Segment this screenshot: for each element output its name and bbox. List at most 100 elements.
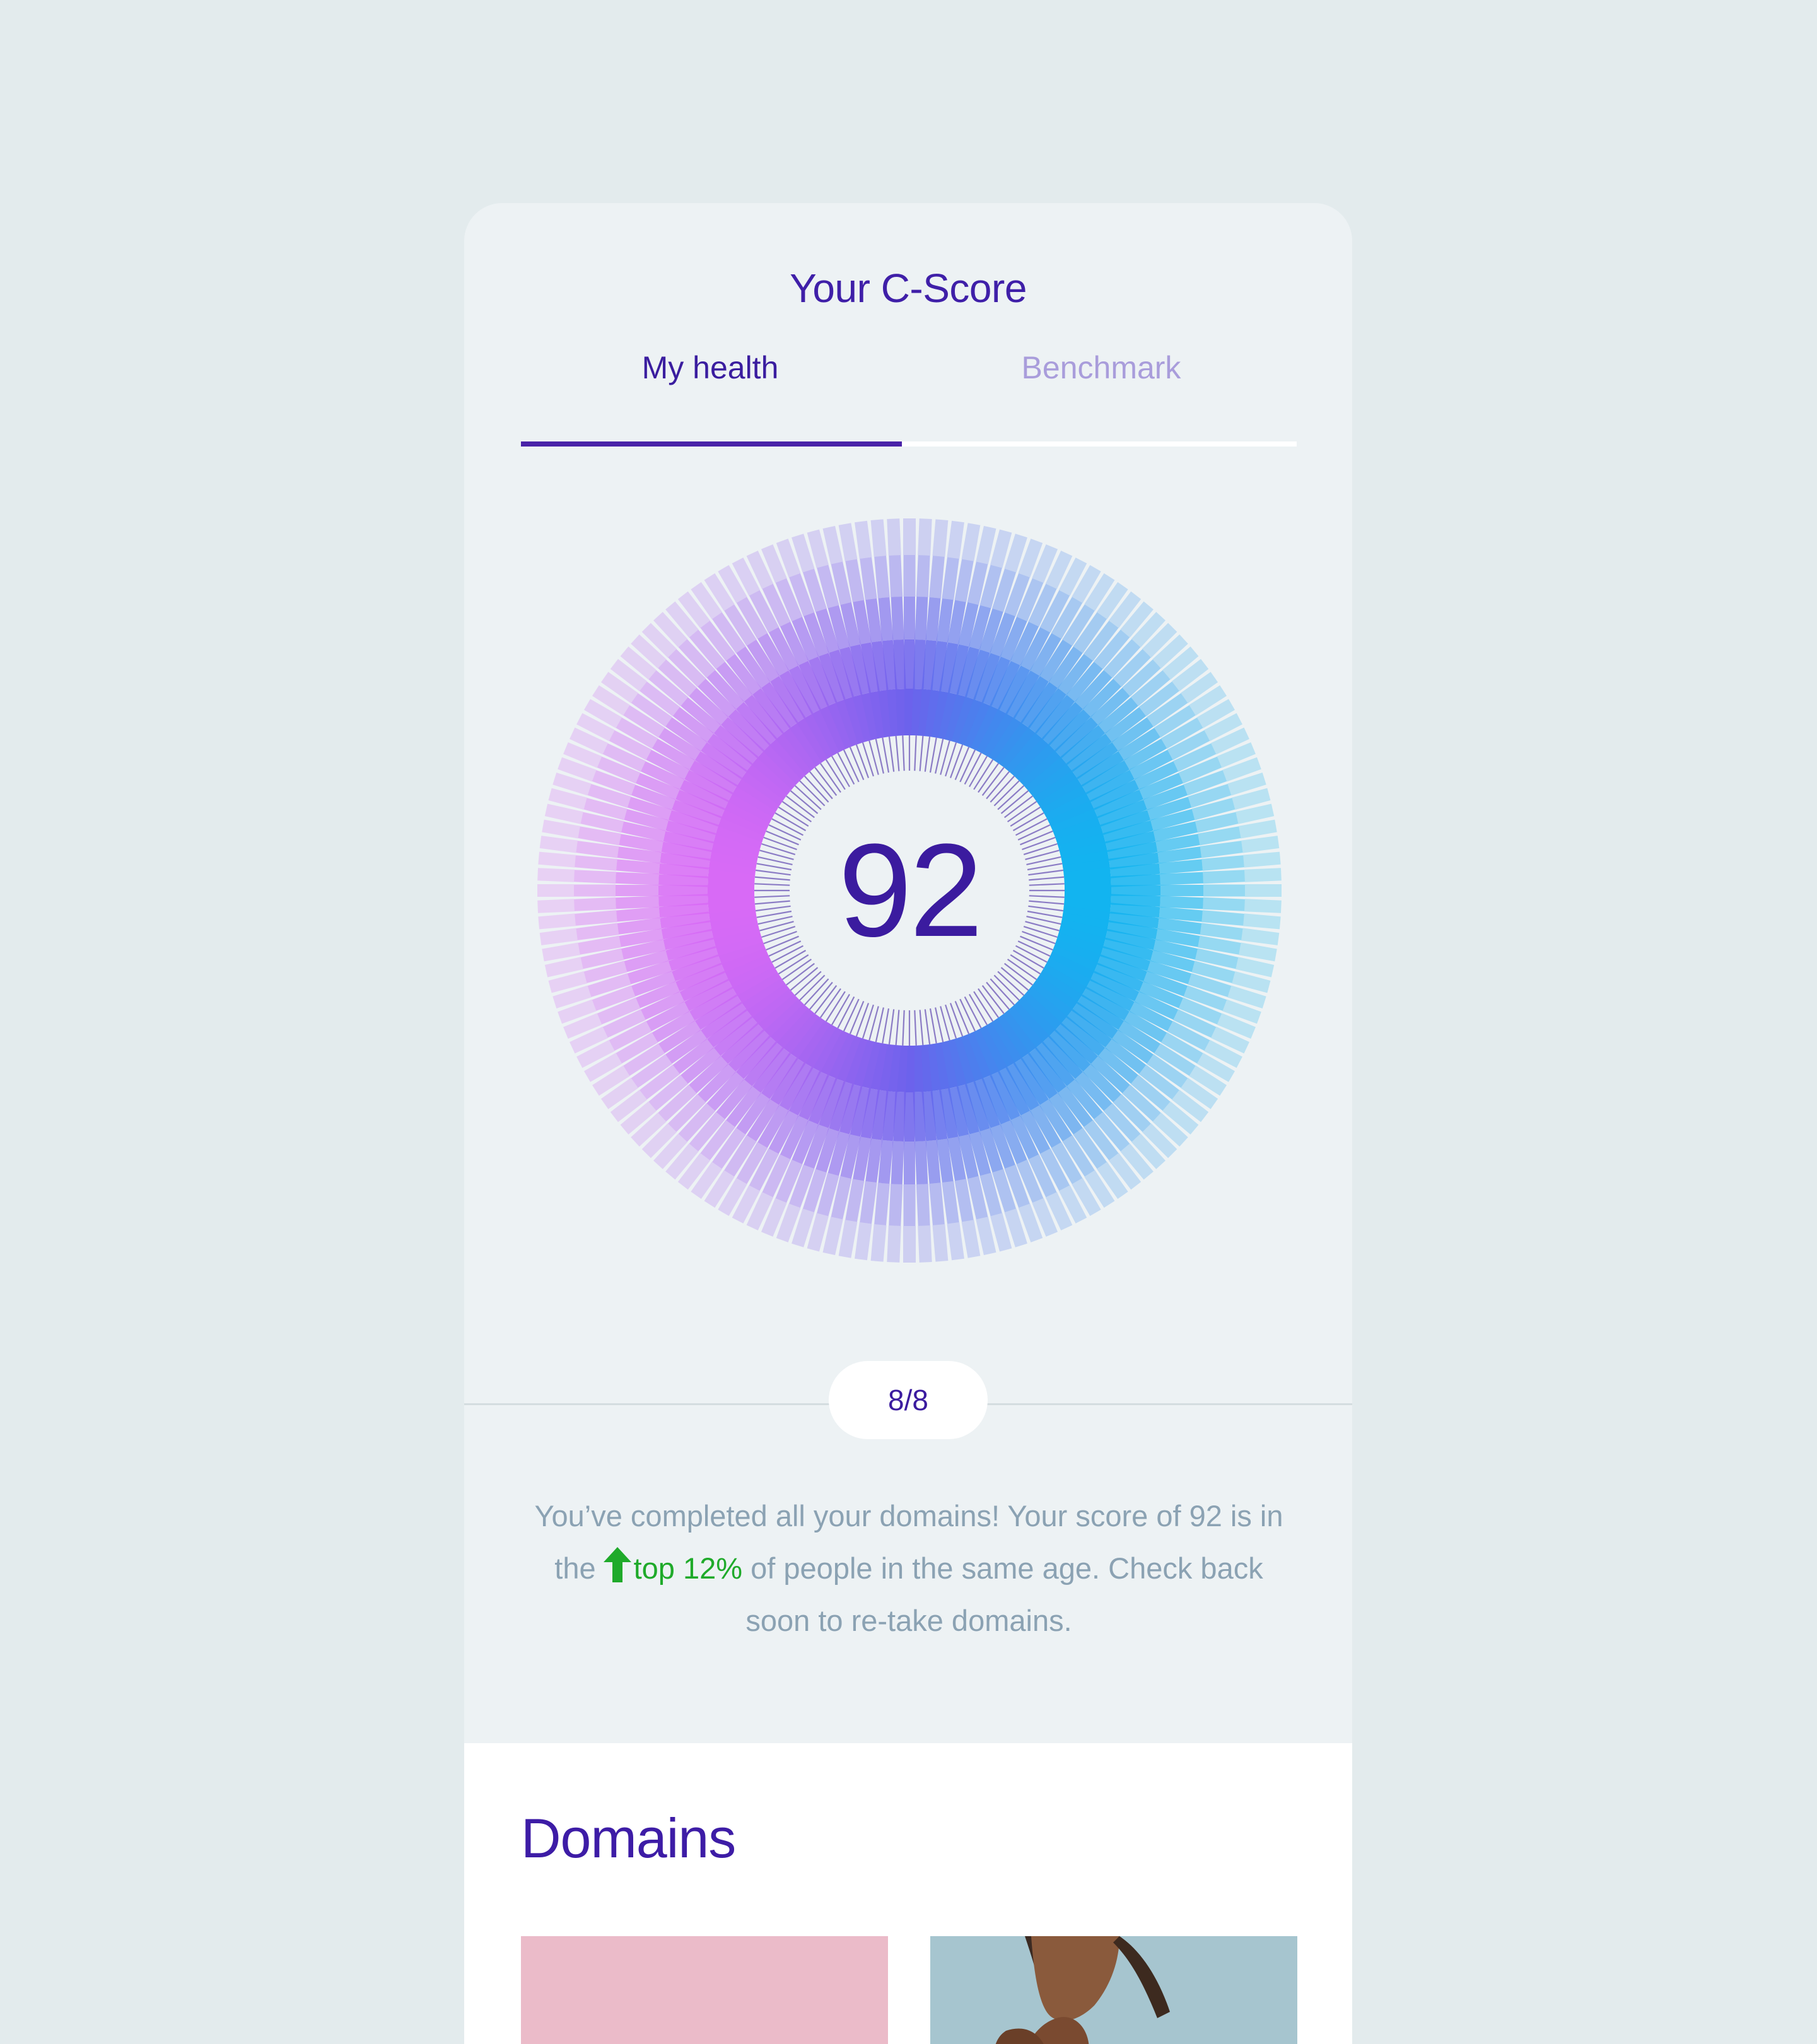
- gauge-spoke: [766, 830, 799, 846]
- gauge-spoke: [853, 1136, 872, 1181]
- gauge-spoke: [911, 1045, 923, 1093]
- gauge-spoke: [807, 1213, 829, 1252]
- gauge-spoke: [1018, 1203, 1043, 1242]
- gauge-spoke: [576, 841, 619, 858]
- score-summary: You’ve completed all your domains! Your …: [521, 1490, 1297, 1647]
- gauge-spoke: [849, 1001, 865, 1034]
- gauge-spoke: [1018, 539, 1043, 578]
- gauge-spoke: [575, 910, 617, 926]
- gauge-spoke: [855, 744, 870, 778]
- gauge-spoke: [947, 1222, 964, 1261]
- person-photo: [930, 1936, 1297, 2044]
- gauge-spoke: [891, 597, 904, 640]
- domains-heading: Domains: [521, 1807, 736, 1869]
- gauge-spoke: [929, 1183, 945, 1225]
- gauge-spoke: [1227, 773, 1266, 796]
- gauge-spoke: [1020, 830, 1053, 846]
- gauge-spoke: [542, 819, 580, 839]
- gauge-spoke: [539, 928, 578, 945]
- gauge-spoke: [942, 557, 959, 600]
- gauge-spoke: [1222, 757, 1261, 782]
- tab-my-health[interactable]: My health: [521, 349, 899, 386]
- gauge-spoke: [921, 1091, 937, 1142]
- gauge-spoke: [954, 559, 974, 602]
- gauge-spoke: [1111, 894, 1160, 907]
- gauge-spoke: [538, 851, 576, 868]
- domain-card-photo[interactable]: [930, 1936, 1297, 2044]
- score-screen: Your C-Score My health Benchmark 92 8/8 …: [464, 203, 1352, 2044]
- gauge-spoke: [895, 735, 900, 771]
- gauge-spoke: [754, 883, 790, 886]
- gauge-spoke: [1020, 935, 1053, 951]
- gauge-spoke: [542, 942, 580, 962]
- gauge-spoke: [914, 1141, 928, 1184]
- gauge-spoke: [924, 1009, 931, 1045]
- gauge-spoke: [1028, 905, 1064, 912]
- gauge-spoke: [1200, 841, 1243, 858]
- tab-benchmark[interactable]: Benchmark: [912, 349, 1290, 386]
- gauge-spoke: [1157, 917, 1202, 935]
- gauge-spoke: [860, 1181, 877, 1224]
- gauge-spoke: [843, 998, 860, 1032]
- gauge-spoke: [1198, 935, 1241, 955]
- gauge-spoke: [893, 1092, 906, 1142]
- gauge-spoke: [918, 518, 932, 556]
- gauge-spoke: [961, 523, 981, 561]
- gauge-spoke: [576, 923, 619, 940]
- gauge-spoke: [887, 518, 901, 556]
- gauge-spoke: [792, 534, 815, 573]
- gauge-spoke: [1241, 928, 1280, 945]
- gauge-spoke: [889, 1184, 903, 1226]
- gauge-spoke: [896, 1045, 908, 1093]
- gauge-spoke: [754, 895, 790, 898]
- gauge-spoke: [792, 1208, 815, 1247]
- gauge-spoke: [865, 1138, 883, 1183]
- gauge-spoke: [936, 1138, 954, 1183]
- gauge-spoke: [1239, 942, 1277, 962]
- gauge-spoke: [929, 556, 945, 599]
- gauge-spoke: [707, 892, 755, 904]
- gauge-spoke: [776, 1203, 801, 1242]
- gauge-spoke: [845, 1179, 865, 1222]
- gauge-spoke: [617, 846, 662, 864]
- gauge-spoke: [1244, 868, 1282, 882]
- gauge-spoke: [1029, 895, 1065, 898]
- gauge-spoke: [616, 872, 659, 885]
- gauge-spoke: [776, 539, 801, 578]
- gauge-spoke: [959, 998, 976, 1032]
- gauge-spoke: [913, 1092, 926, 1142]
- gauge-spoke: [1243, 913, 1281, 930]
- gauge-spoke: [924, 736, 931, 772]
- gauge-spoke: [1022, 836, 1056, 851]
- gauge-spoke: [1201, 910, 1244, 926]
- gauge-spoke: [768, 824, 802, 841]
- gauge-spoke: [1064, 877, 1112, 889]
- gauge-spoke: [1155, 834, 1200, 853]
- gauge-spoke: [755, 905, 791, 912]
- summary-highlight: top 12%: [633, 1551, 743, 1585]
- gauge-spoke: [831, 561, 852, 605]
- gauge-spoke: [1160, 872, 1203, 885]
- gauge-spoke: [1111, 874, 1160, 887]
- gauge-spoke: [658, 902, 709, 918]
- gauge-spoke: [1110, 863, 1160, 879]
- gauge-spoke: [882, 737, 890, 773]
- gauge-spoke: [967, 561, 988, 605]
- gauge-spoke: [763, 930, 797, 945]
- score-radial-gauge: [537, 518, 1282, 1263]
- gauge-spoke: [874, 556, 890, 599]
- gauge-spoke: [942, 1181, 959, 1224]
- gauge-spoke: [1239, 819, 1277, 839]
- gauge-spoke: [1236, 803, 1275, 824]
- gauge-spoke: [619, 928, 663, 947]
- gauge-spoke: [1017, 940, 1051, 957]
- tab-bar: My health Benchmark: [521, 349, 1297, 400]
- domain-card[interactable]: [521, 1936, 888, 2044]
- gauge-spoke: [763, 836, 797, 851]
- gauge-spoke: [874, 1183, 890, 1225]
- page-title: Your C-Score: [790, 266, 1027, 311]
- gauge-spoke: [822, 525, 843, 564]
- gauge-spoke: [1243, 851, 1281, 868]
- gauge-spoke: [925, 1140, 941, 1184]
- gauge-spoke: [1200, 923, 1243, 940]
